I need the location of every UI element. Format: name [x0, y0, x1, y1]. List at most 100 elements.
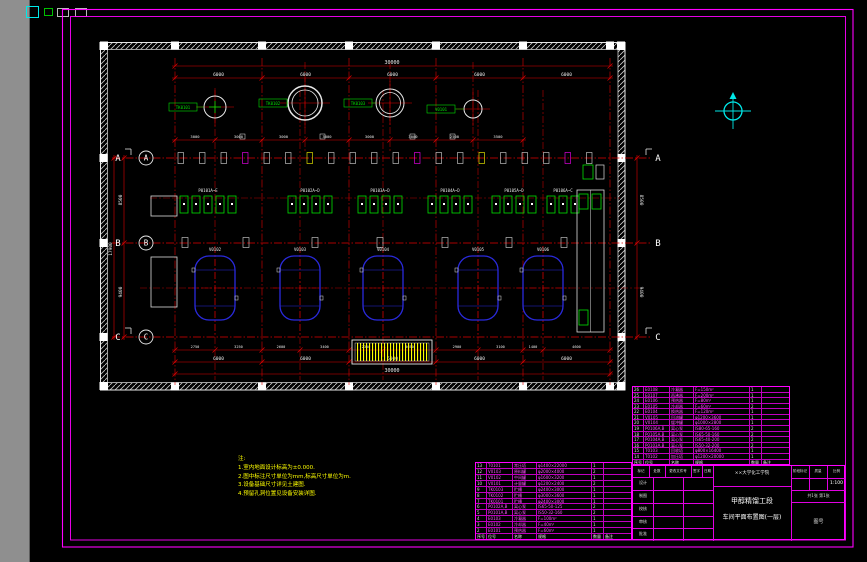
right-rack-pump — [578, 193, 589, 210]
title-block-line — [633, 477, 713, 478]
pump-dot — [443, 203, 445, 205]
pump-dot — [467, 203, 469, 205]
title-block-line — [702, 466, 703, 477]
wall-column — [99, 239, 108, 247]
axis-letter-right: B — [655, 239, 660, 249]
north-arrow-head — [729, 92, 737, 99]
dim-text: 3100 — [496, 345, 505, 349]
wall-column — [606, 41, 614, 50]
wall-column — [258, 41, 266, 50]
pump-dot — [495, 203, 497, 205]
pump-dot — [562, 203, 564, 205]
pump-dot — [195, 203, 197, 205]
pump-dot — [550, 203, 552, 205]
axis-letter-left: B — [115, 239, 120, 249]
pump-dot — [183, 203, 185, 205]
dim-text: 9400 — [638, 287, 644, 298]
drawing-title-line1: 甲醇精馏工段 — [731, 497, 773, 505]
axis-letter-left: C — [115, 333, 120, 343]
pump-dot — [327, 203, 329, 205]
dim-text: 3000 — [234, 134, 244, 139]
equipment-list-table-right: 26 E0108 冷凝器 F=150m² 1 25 E0107 再沸器 F=200m² 1 24 E0… — [632, 386, 790, 465]
stairs-treads — [354, 342, 430, 362]
dim-text: 6000 — [300, 356, 311, 362]
bom-cell: 位号 — [643, 459, 669, 465]
bom-cell: 备注 — [761, 459, 789, 465]
bom-cell: 数量 — [591, 534, 601, 539]
title-block-line — [791, 502, 846, 503]
axis-letter-right: A — [655, 154, 661, 164]
wall-column — [99, 333, 108, 341]
title-block-role-label: 设计 — [639, 480, 647, 485]
pump-dot — [303, 203, 305, 205]
notes-line-3: 3.设备基础尺寸详见土建图. — [238, 482, 306, 489]
wall-column — [99, 42, 108, 50]
wall-column — [432, 41, 440, 50]
bom-cell: 名称 — [669, 459, 693, 465]
title-block-role-label: 批准 — [639, 531, 647, 536]
right-rack-pump — [591, 193, 602, 210]
bom-cell: 名称 — [512, 534, 536, 539]
axis-bubble-letter: A — [144, 154, 149, 163]
row-b-fixture-box — [560, 237, 568, 248]
vessel-tag-label: V0104 — [377, 247, 390, 252]
title-block-line — [791, 478, 846, 479]
pump-tag-label: P0101A~E — [198, 188, 218, 193]
bom-header-row: 序号 位号 名称 规格 数量 备注 — [633, 458, 789, 465]
title-block-line — [827, 466, 828, 490]
wall-column — [519, 41, 527, 50]
pump-dot — [373, 203, 375, 205]
dim-text: 2900 — [453, 345, 462, 349]
pump-dot — [531, 203, 533, 205]
notes: 注: 1.室内地面设计标高为±0.000. 2.图中标注尺寸单位为mm,标高尺寸… — [238, 455, 351, 499]
title-block-line — [809, 466, 810, 490]
top-right-pump — [582, 164, 594, 180]
dim-text: 2750 — [191, 345, 200, 349]
dim-text: 3000 — [190, 134, 200, 139]
title-block-role-label: 制图 — [639, 493, 647, 498]
dim-text: 3250 — [234, 345, 243, 349]
vessel-tag-label: V0103 — [294, 247, 307, 252]
pump-dot — [219, 203, 221, 205]
tank-tag-label: TK0101 — [176, 105, 191, 110]
top-right-box — [595, 164, 605, 180]
dim-text: 6000 — [561, 356, 572, 362]
notes-line-1: 1.室内地面设计标高为±0.000. — [238, 464, 315, 471]
wall-column — [99, 382, 108, 390]
pump-dot — [507, 203, 509, 205]
title-block-line — [633, 528, 713, 529]
title-block-line — [633, 516, 713, 517]
title-block-line — [791, 490, 846, 491]
title-block-role-label: 校核 — [639, 506, 647, 511]
notes-title: 注: — [238, 456, 246, 462]
tank-tag-label: TK0102 — [266, 101, 281, 106]
pump-tag-label: P0105A~D — [504, 188, 524, 193]
axis-letter-right: C — [655, 333, 660, 343]
pump-dot — [397, 203, 399, 205]
title-block-right-label: 比例 — [833, 469, 840, 473]
row-b-fixture-box — [181, 237, 189, 248]
title-block: 标记 处数 更改文件号 签字 日期 设计 制图 校核 审核 批准 ××大学化工学院 甲醇精馏工段 车间平… — [632, 465, 846, 541]
dim-text: 3000 — [365, 134, 375, 139]
right-rack-pump — [578, 309, 589, 326]
title-block-line — [653, 477, 654, 541]
vessel-tag-label: V0105 — [472, 247, 485, 252]
pump-tag-label: P0104A~D — [440, 188, 460, 193]
dim-text: 1400 — [529, 345, 538, 349]
title-block-rev-label: 更改文件号 — [669, 469, 687, 473]
dim-text: 3000 — [322, 134, 332, 139]
wall-column — [345, 41, 353, 50]
bom-cell: 数量 — [749, 459, 759, 465]
vessel-tag-label: V0106 — [537, 247, 550, 252]
row-b-fixture-box — [311, 237, 319, 248]
title-block-right-label: 质量 — [814, 469, 822, 473]
title-block-line — [691, 466, 692, 477]
pump-tag-label: P0106A~C — [553, 188, 573, 193]
dim-text: 9400 — [118, 286, 124, 297]
dim-text: 8500 — [118, 194, 124, 205]
pump-dot — [574, 203, 576, 205]
row-b-fixture-box — [376, 237, 384, 248]
row-b-fixture-box — [505, 237, 513, 248]
dim-text: 4600 — [572, 345, 581, 349]
title-block-line — [665, 466, 666, 477]
